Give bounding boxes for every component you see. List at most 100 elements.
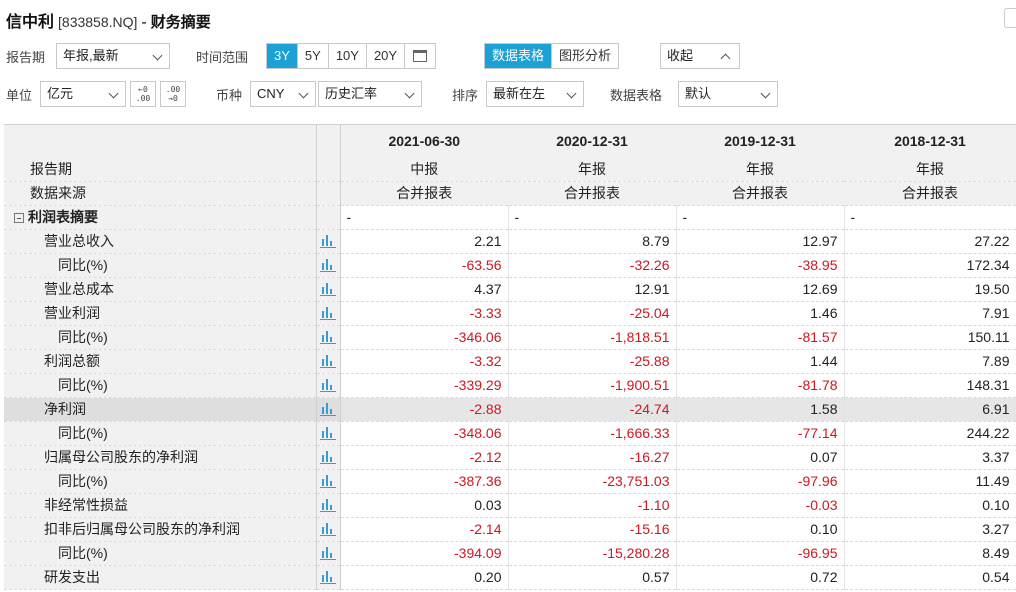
table-row[interactable]: 同比(%) -346.06 -1,818.51 -81.57 150.11: [4, 325, 1016, 350]
data-cell: -15,280.28: [508, 541, 677, 566]
bar-chart-icon[interactable]: [320, 498, 336, 512]
bar-chart-icon[interactable]: [320, 378, 336, 392]
table-row[interactable]: 非经常性损益 0.03 -1.10 -0.03 0.10: [4, 493, 1016, 518]
bar-chart-icon[interactable]: [320, 546, 336, 560]
view-mode-chart[interactable]: 图形分析: [552, 44, 619, 68]
row-label: 研发支出: [4, 565, 317, 590]
bar-chart-icon[interactable]: [320, 354, 336, 368]
table-row[interactable]: 同比(%) -387.36 -23,751.03 -97.96 11.49: [4, 469, 1016, 494]
bar-chart-icon[interactable]: [320, 426, 336, 440]
data-cell: -97.96: [676, 469, 845, 494]
table-row[interactable]: 同比(%) -63.56 -32.26 -38.95 172.34: [4, 253, 1016, 278]
sort-value: 最新在左: [493, 86, 546, 101]
table-row[interactable]: 同比(%) -339.29 -1,900.51 -81.78 148.31: [4, 373, 1016, 398]
column-header[interactable]: 2019-12-31: [676, 125, 844, 157]
chevron-up-icon: [720, 53, 731, 64]
table-row[interactable]: 扣非后归属母公司股东的净利润 -2.14 -15.16 0.10 3.27: [4, 517, 1016, 542]
data-cell: -3.33: [340, 301, 509, 326]
table-row[interactable]: 同比(%) -348.06 -1,666.33 -77.14 244.22: [4, 421, 1016, 446]
row-label: 归属母公司股东的净利润: [4, 445, 317, 470]
data-cell: -25.88: [508, 349, 677, 374]
table-row[interactable]: 利润总额 -3.32 -25.88 1.44 7.89: [4, 349, 1016, 374]
column-header[interactable]: 2020-12-31: [508, 125, 676, 157]
table-row[interactable]: 营业总成本 4.37 12.91 12.69 19.50: [4, 277, 1016, 302]
data-cell: 0.10: [844, 493, 1016, 518]
data-cell: -81.57: [676, 325, 845, 350]
section-cell: -: [676, 205, 845, 230]
bar-chart-icon[interactable]: [320, 522, 336, 536]
calendar-button[interactable]: [405, 44, 436, 68]
time-range-5y[interactable]: 5Y: [297, 44, 329, 68]
time-range-3y[interactable]: 3Y: [267, 44, 298, 68]
meta-row: 数据来源 合并报表 合并报表 合并报表 合并报表: [4, 181, 1016, 206]
data-cell: 11.49: [844, 469, 1016, 494]
report-period-select[interactable]: 年报,最新: [56, 43, 170, 69]
table-row[interactable]: 营业总收入 2.21 8.79 12.97 27.22: [4, 229, 1016, 254]
row-chart-cell: [316, 397, 341, 422]
row-label: 非经常性损益: [4, 493, 317, 518]
header-icon-spacer: [316, 125, 341, 157]
table-row[interactable]: 研发支出 0.20 0.57 0.72 0.54: [4, 565, 1016, 590]
bar-chart-icon[interactable]: [320, 330, 336, 344]
exchange-rate-select[interactable]: 历史汇率: [318, 81, 422, 107]
meta-cell: 合并报表: [508, 181, 676, 206]
table-format-select[interactable]: 默认: [678, 81, 778, 107]
time-range-20y[interactable]: 20Y: [366, 44, 406, 68]
data-cell: 1.44: [676, 349, 845, 374]
row-chart-cell: [316, 373, 341, 398]
section-cell: -: [340, 205, 509, 230]
data-cell: 0.07: [676, 445, 845, 470]
data-cell: 0.54: [844, 565, 1016, 590]
table-row[interactable]: 归属母公司股东的净利润 -2.12 -16.27 0.07 3.37: [4, 445, 1016, 470]
bar-chart-icon[interactable]: [320, 234, 336, 248]
data-cell: -394.09: [340, 541, 509, 566]
table-row[interactable]: 营业利润 -3.33 -25.04 1.46 7.91: [4, 301, 1016, 326]
bar-chart-icon[interactable]: [320, 402, 336, 416]
collapse-button[interactable]: 收起: [660, 43, 740, 69]
bar-chart-icon[interactable]: [320, 306, 336, 320]
bar-chart-icon[interactable]: [320, 474, 336, 488]
stock-code: [833858.NQ]: [58, 14, 138, 30]
data-cell: -63.56: [340, 253, 509, 278]
bar-chart-icon[interactable]: [320, 450, 336, 464]
currency-label: 币种: [216, 88, 243, 103]
data-cell: 19.50: [844, 277, 1016, 302]
view-mode-table[interactable]: 数据表格: [485, 44, 553, 68]
meta-cell: 合并报表: [340, 181, 508, 206]
minus-box-icon[interactable]: [14, 213, 24, 223]
section-toggle[interactable]: 利润表摘要: [4, 205, 317, 230]
data-cell: 244.22: [844, 421, 1016, 446]
calendar-icon: [413, 50, 428, 62]
decimal-decrease-button[interactable]: .00 →0: [160, 81, 186, 107]
currency-value: CNY: [257, 86, 285, 101]
data-cell: -3.32: [340, 349, 509, 374]
table-row[interactable]: 净利润 -2.88 -24.74 1.58 6.91: [4, 397, 1016, 422]
data-cell: 0.03: [340, 493, 509, 518]
time-range-10y[interactable]: 10Y: [328, 44, 367, 68]
chevron-down-icon: [298, 88, 309, 99]
section-row: 利润表摘要 - - - -: [4, 205, 1016, 230]
column-header[interactable]: 2021-06-30: [340, 125, 508, 157]
corner-button[interactable]: [1004, 8, 1016, 28]
bar-chart-icon[interactable]: [320, 570, 336, 584]
chevron-down-icon: [566, 88, 577, 99]
row-label: 营业总成本: [4, 277, 317, 302]
data-cell: 12.69: [676, 277, 845, 302]
header-corner: [4, 125, 317, 157]
unit-select[interactable]: 亿元: [40, 81, 126, 107]
bar-chart-icon[interactable]: [320, 282, 336, 296]
column-header[interactable]: 2018-12-31: [844, 125, 1016, 157]
meta-cell: 年报: [508, 157, 676, 182]
sort-label: 排序: [452, 88, 479, 103]
data-cell: -23,751.03: [508, 469, 677, 494]
currency-select[interactable]: CNY: [250, 81, 316, 107]
table-row[interactable]: 同比(%) -394.09 -15,280.28 -96.95 8.49: [4, 541, 1016, 566]
data-cell: 172.34: [844, 253, 1016, 278]
decimal-increase-button[interactable]: ←0 .00: [130, 81, 156, 107]
bar-chart-icon[interactable]: [320, 258, 336, 272]
data-cell: 0.10: [676, 517, 845, 542]
row-label: 同比(%): [4, 373, 317, 398]
data-cell: 1.58: [676, 397, 845, 422]
meta-cell: 年报: [844, 157, 1016, 182]
sort-select[interactable]: 最新在左: [486, 81, 584, 107]
